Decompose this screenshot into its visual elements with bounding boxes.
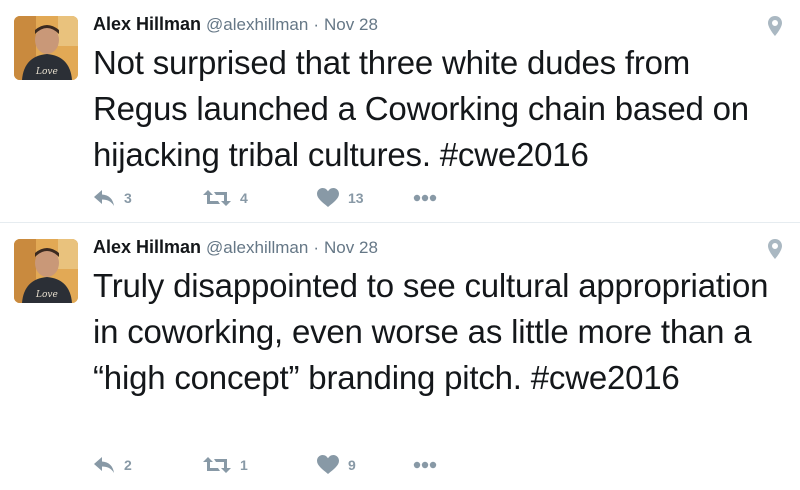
retweet-count: 1	[240, 457, 248, 473]
reply-button[interactable]: 3	[93, 186, 203, 210]
author-handle[interactable]: @alexhillman	[206, 238, 308, 258]
retweet-button[interactable]: 1	[203, 453, 317, 477]
retweet-count: 4	[240, 190, 248, 206]
author-name[interactable]: Alex Hillman	[93, 237, 201, 258]
author-name[interactable]: Alex Hillman	[93, 14, 201, 35]
reply-arrow-icon	[94, 190, 114, 206]
location-pin-icon[interactable]	[768, 16, 782, 36]
avatar[interactable]: Love	[14, 239, 78, 303]
more-button[interactable]	[413, 186, 453, 210]
tweet-text: Not surprised that three white dudes fro…	[93, 44, 749, 173]
retweet-button[interactable]: 4	[203, 186, 317, 210]
svg-text:Love: Love	[35, 67, 58, 77]
separator: ·	[313, 15, 320, 34]
reply-count: 3	[124, 190, 132, 206]
separator: ·	[313, 238, 320, 257]
tweet-text: Truly disappointed to see cultural appro…	[93, 267, 769, 396]
retweet-icon	[203, 190, 231, 206]
reply-arrow-icon	[94, 457, 114, 473]
tweet-actions: 2 1 9	[93, 453, 453, 477]
like-count: 13	[348, 190, 364, 206]
heart-icon	[317, 455, 339, 474]
location-pin-icon[interactable]	[768, 239, 782, 259]
avatar[interactable]: Love	[14, 16, 78, 80]
more-dots-icon	[413, 194, 437, 202]
tweet-header: Alex Hillman @alexhillman · Nov 28	[93, 237, 378, 259]
author-handle[interactable]: @alexhillman	[206, 15, 308, 35]
like-button[interactable]: 9	[317, 453, 413, 477]
tweet-actions: 3 4 13	[93, 186, 453, 210]
tweet-header: Alex Hillman @alexhillman · Nov 28	[93, 14, 378, 36]
more-dots-icon	[413, 461, 437, 469]
tweet-feed: Love Alex Hillman @alexhillman · Nov 28 …	[0, 0, 800, 490]
like-button[interactable]: 13	[317, 186, 413, 210]
timestamp[interactable]: Nov 28	[324, 238, 378, 258]
more-button[interactable]	[413, 453, 453, 477]
tweet[interactable]: Love Alex Hillman @alexhillman · Nov 28 …	[0, 223, 800, 490]
retweet-icon	[203, 457, 231, 473]
reply-count: 2	[124, 457, 132, 473]
like-count: 9	[348, 457, 356, 473]
svg-text:Love: Love	[35, 290, 58, 300]
heart-icon	[317, 188, 339, 207]
timestamp[interactable]: Nov 28	[324, 15, 378, 35]
tweet[interactable]: Love Alex Hillman @alexhillman · Nov 28 …	[0, 0, 800, 222]
reply-button[interactable]: 2	[93, 453, 203, 477]
